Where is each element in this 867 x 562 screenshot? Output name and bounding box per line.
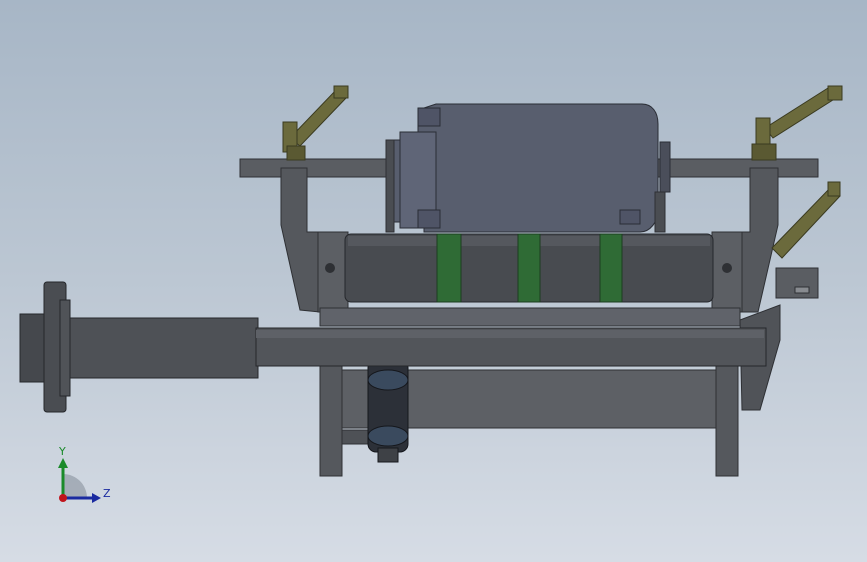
cad-viewport[interactable]: Y Z [0, 0, 867, 562]
clamp-lever-left [282, 85, 349, 161]
clamp-lever-right-lower [771, 181, 841, 259]
z-axis-label: Z [103, 487, 111, 500]
clamp-lever-right-upper [751, 85, 843, 161]
model-view: Y Z [19, 85, 843, 503]
coordinate-triad: Y Z [58, 445, 111, 503]
triad-plane [63, 474, 87, 498]
shaft-flange [19, 281, 71, 413]
motor-housing [385, 103, 671, 233]
x-axis-origin [59, 494, 67, 502]
pneumatic-cylinder [367, 359, 409, 463]
y-axis-label: Y [58, 445, 66, 458]
main-shaft [63, 317, 767, 379]
